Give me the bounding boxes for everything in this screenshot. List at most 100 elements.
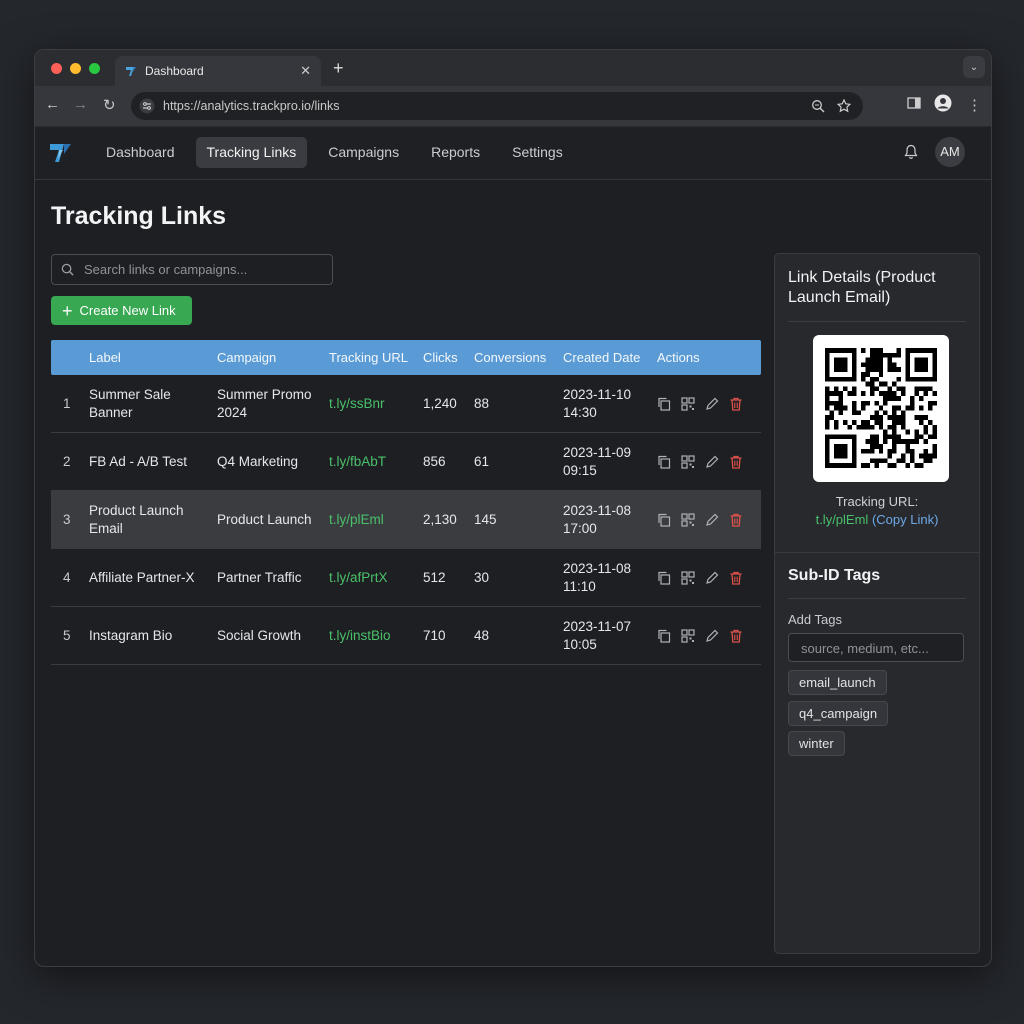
qr-code-icon[interactable]: [681, 512, 695, 527]
notification-bell-icon[interactable]: [903, 144, 919, 160]
nav-campaigns[interactable]: Campaigns: [317, 137, 410, 168]
search-input[interactable]: [82, 261, 316, 278]
delete-trash-icon[interactable]: [729, 571, 743, 585]
header-label[interactable]: Label: [89, 349, 217, 367]
browser-menu-icon[interactable]: ⋮: [967, 96, 982, 114]
row-tracking-url[interactable]: t.ly/afPrtX: [329, 570, 423, 585]
row-label: FB Ad - A/B Test: [89, 453, 188, 469]
tag-input[interactable]: [799, 634, 963, 663]
row-index: 2: [63, 454, 71, 469]
edit-pencil-icon[interactable]: [705, 455, 719, 469]
qr-code-icon[interactable]: [681, 628, 695, 643]
tag-chip[interactable]: winter: [788, 731, 845, 756]
row-tracking-url[interactable]: t.ly/instBio: [329, 628, 423, 643]
nav-settings[interactable]: Settings: [501, 137, 574, 168]
tab-close-icon[interactable]: ✕: [300, 63, 311, 79]
browser-toolbar: ← → ↻ https://analytics.trackpro.io/link…: [35, 86, 991, 127]
header-clicks[interactable]: Clicks: [423, 350, 474, 365]
copy-link-button[interactable]: (Copy Link): [872, 512, 938, 527]
edit-pencil-icon[interactable]: [705, 513, 719, 527]
row-campaign: Partner Traffic: [217, 569, 302, 585]
profile-icon[interactable]: [934, 94, 952, 112]
edit-pencil-icon[interactable]: [705, 571, 719, 585]
row-index: 1: [63, 396, 71, 411]
row-tracking-url[interactable]: t.ly/plEml: [329, 512, 423, 527]
close-window-button[interactable]: [51, 63, 62, 74]
plus-icon: +: [62, 300, 73, 321]
copy-icon[interactable]: [657, 513, 671, 527]
copy-icon[interactable]: [657, 629, 671, 643]
link-details-title: Link Details (Product Launch Email): [788, 269, 936, 306]
table-row-selected[interactable]: 3 Product Launch Email Product Launch t.…: [51, 491, 761, 549]
header-conversions[interactable]: Conversions: [474, 350, 563, 365]
tracking-url-value[interactable]: t.ly/plEml: [816, 512, 869, 527]
side-panel-icon[interactable]: [907, 96, 921, 110]
row-created-date: 2023-11-08 11:10: [563, 560, 657, 596]
section-divider: [775, 552, 979, 553]
nav-tracking-links[interactable]: Tracking Links: [195, 137, 308, 168]
delete-trash-icon[interactable]: [729, 455, 743, 469]
delete-trash-icon[interactable]: [729, 629, 743, 643]
row-created-date: 2023-11-08 17:00: [563, 502, 657, 538]
row-clicks: 512: [423, 570, 446, 585]
qr-code-image: [813, 335, 949, 482]
reload-icon[interactable]: ↻: [103, 96, 116, 114]
tab-strip: Dashboard ✕ + ⌄: [35, 50, 991, 86]
qr-code-icon[interactable]: [681, 396, 695, 411]
copy-icon[interactable]: [657, 455, 671, 469]
row-tracking-url[interactable]: t.ly/fbAbT: [329, 454, 423, 469]
browser-tab[interactable]: Dashboard ✕: [115, 56, 321, 86]
table-row[interactable]: 1 Summer Sale Banner Summer Promo 2024 t…: [51, 375, 761, 433]
header-tracking-url[interactable]: Tracking URL: [329, 350, 423, 365]
row-time: 10:05: [563, 636, 597, 652]
tag-chip[interactable]: q4_campaign: [788, 701, 889, 726]
table-row[interactable]: 4 Affiliate Partner-X Partner Traffic t.…: [51, 549, 761, 607]
user-avatar[interactable]: AM: [935, 137, 965, 167]
row-index: 3: [63, 512, 71, 527]
row-created-date: 2023-11-10 14:30: [563, 386, 657, 422]
search-box[interactable]: [51, 254, 333, 285]
qr-code-icon[interactable]: [681, 570, 695, 585]
tag-chip[interactable]: email_launch: [788, 670, 887, 695]
new-tab-button[interactable]: +: [333, 58, 344, 79]
delete-trash-icon[interactable]: [729, 397, 743, 411]
address-bar[interactable]: https://analytics.trackpro.io/links: [131, 92, 863, 120]
header-campaign[interactable]: Campaign: [217, 349, 329, 367]
row-time: 11:10: [563, 578, 596, 594]
site-settings-icon[interactable]: [139, 98, 155, 114]
tag-input-box[interactable]: [788, 633, 964, 663]
nav-reports[interactable]: Reports: [420, 137, 491, 168]
table-row[interactable]: 5 Instagram Bio Social Growth t.ly/instB…: [51, 607, 761, 665]
row-actions: [657, 512, 761, 527]
copy-icon[interactable]: [657, 397, 671, 411]
tab-search-chevron-icon[interactable]: ⌄: [963, 56, 985, 78]
zoom-icon[interactable]: [811, 99, 825, 113]
delete-trash-icon[interactable]: [729, 513, 743, 527]
table-header: Label Campaign Tracking URL Clicks Conve…: [51, 340, 761, 375]
maximize-window-button[interactable]: [89, 63, 100, 74]
trackpro-favicon-icon: [126, 67, 136, 76]
bookmark-star-icon[interactable]: [837, 99, 851, 113]
copy-icon[interactable]: [657, 571, 671, 585]
back-arrow-icon[interactable]: ←: [45, 96, 60, 113]
row-created-date: 2023-11-07 10:05: [563, 618, 657, 654]
create-new-link-button[interactable]: + Create New Link: [51, 296, 192, 325]
forward-arrow-icon[interactable]: →: [73, 96, 88, 113]
row-actions: [657, 396, 761, 411]
row-label: Instagram Bio: [89, 627, 173, 643]
row-campaign: Q4 Marketing: [217, 453, 299, 469]
edit-pencil-icon[interactable]: [705, 397, 719, 411]
row-time: 14:30: [563, 404, 597, 420]
row-campaign: Summer Promo 2024: [217, 386, 312, 420]
nav-dashboard[interactable]: Dashboard: [95, 137, 186, 168]
table-row[interactable]: 2 FB Ad - A/B Test Q4 Marketing t.ly/fbA…: [51, 433, 761, 491]
row-time: 17:00: [563, 520, 597, 536]
row-tracking-url[interactable]: t.ly/ssBnr: [329, 396, 423, 411]
edit-pencil-icon[interactable]: [705, 629, 719, 643]
minimize-window-button[interactable]: [70, 63, 81, 74]
row-conversions: 61: [474, 454, 490, 469]
header-created-date[interactable]: Created Date: [563, 349, 657, 367]
qr-code-icon[interactable]: [681, 454, 695, 469]
trackpro-logo-icon[interactable]: [49, 140, 73, 164]
row-created-date: 2023-11-09 09:15: [563, 444, 657, 480]
